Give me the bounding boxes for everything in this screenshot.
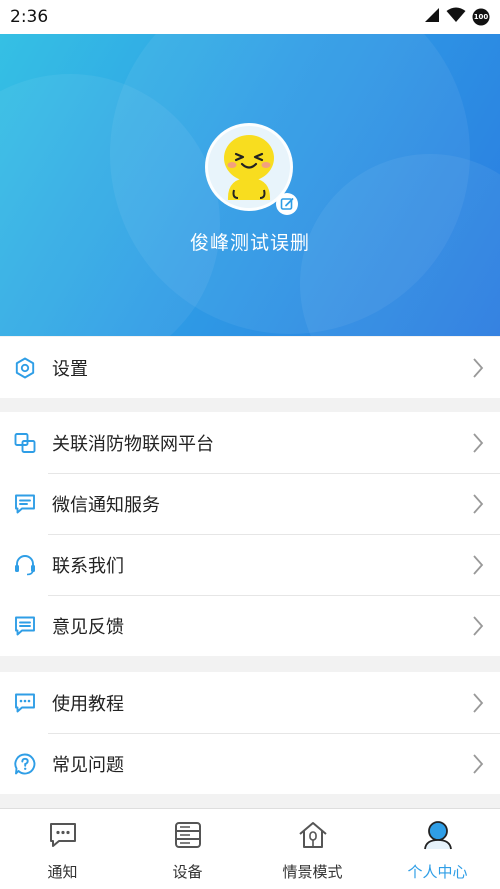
- menu-item-faq[interactable]: 常见问题: [0, 733, 500, 794]
- chevron-right-icon: [468, 493, 488, 515]
- question-icon: [12, 751, 38, 777]
- status-bar: 2:36 100: [0, 0, 500, 34]
- chat-icon: [47, 819, 79, 855]
- menu-item-label: 使用教程: [52, 693, 124, 715]
- menu-item-label: 设置: [52, 358, 88, 380]
- chevron-right-icon: [468, 753, 488, 775]
- tab-label: 情景模式: [282, 863, 343, 881]
- server-icon: [172, 819, 204, 855]
- tab-label: 设备: [172, 863, 203, 881]
- menu-item-link-platform[interactable]: 关联消防物联网平台: [0, 412, 500, 473]
- gear-icon: [12, 355, 38, 381]
- menu-item-label: 联系我们: [52, 555, 124, 577]
- menu-item-label: 常见问题: [52, 754, 124, 776]
- tutorial-icon: [12, 690, 38, 716]
- wifi-icon: [446, 7, 466, 28]
- feedback-icon: [12, 613, 38, 639]
- home-icon: [297, 819, 329, 855]
- chevron-right-icon: [468, 432, 488, 454]
- avatar-emoji-icon: [224, 135, 274, 200]
- tab-label: 个人中心: [407, 863, 468, 881]
- headset-icon: [12, 552, 38, 578]
- signal-icon: [424, 7, 440, 28]
- link-icon: [12, 430, 38, 456]
- bottom-tab-bar: 通知 设备 情景模式 个人中心: [0, 808, 500, 889]
- chevron-right-icon: [468, 357, 488, 379]
- username[interactable]: 俊峰测试误删: [0, 228, 500, 255]
- menu-item-label: 意见反馈: [52, 616, 124, 638]
- tab-scene-mode[interactable]: 情景模式: [250, 809, 375, 889]
- menu-item-feedback[interactable]: 意见反馈: [0, 595, 500, 656]
- chevron-right-icon: [468, 554, 488, 576]
- menu-item-tutorial[interactable]: 使用教程: [0, 672, 500, 733]
- message-icon: [12, 491, 38, 517]
- tab-personal-center[interactable]: 个人中心: [375, 809, 500, 889]
- menu-item-label: 关联消防物联网平台: [52, 433, 214, 455]
- menu-item-settings[interactable]: 设置: [0, 337, 500, 398]
- chevron-right-icon: [468, 615, 488, 637]
- chevron-right-icon: [468, 692, 488, 714]
- menu-group-services: 关联消防物联网平台 微信通知服务 联系我们 意见反馈: [0, 412, 500, 656]
- edit-avatar-button[interactable]: [276, 193, 298, 215]
- tab-devices[interactable]: 设备: [125, 809, 250, 889]
- profile-header: 俊峰测试误删: [0, 34, 500, 336]
- battery-level: 100: [473, 13, 489, 21]
- person-icon: [422, 819, 454, 855]
- battery-icon: 100: [472, 8, 490, 26]
- menu-item-wechat-notify[interactable]: 微信通知服务: [0, 473, 500, 534]
- tab-label: 通知: [47, 863, 78, 881]
- tab-notifications[interactable]: 通知: [0, 809, 125, 889]
- menu-group-settings: 设置: [0, 337, 500, 398]
- edit-icon: [280, 198, 294, 210]
- menu-group-help: 使用教程 常见问题: [0, 672, 500, 794]
- menu-item-contact-us[interactable]: 联系我们: [0, 534, 500, 595]
- status-time: 2:36: [10, 7, 49, 27]
- menu-item-label: 微信通知服务: [52, 494, 160, 516]
- status-icons: 100: [424, 7, 490, 28]
